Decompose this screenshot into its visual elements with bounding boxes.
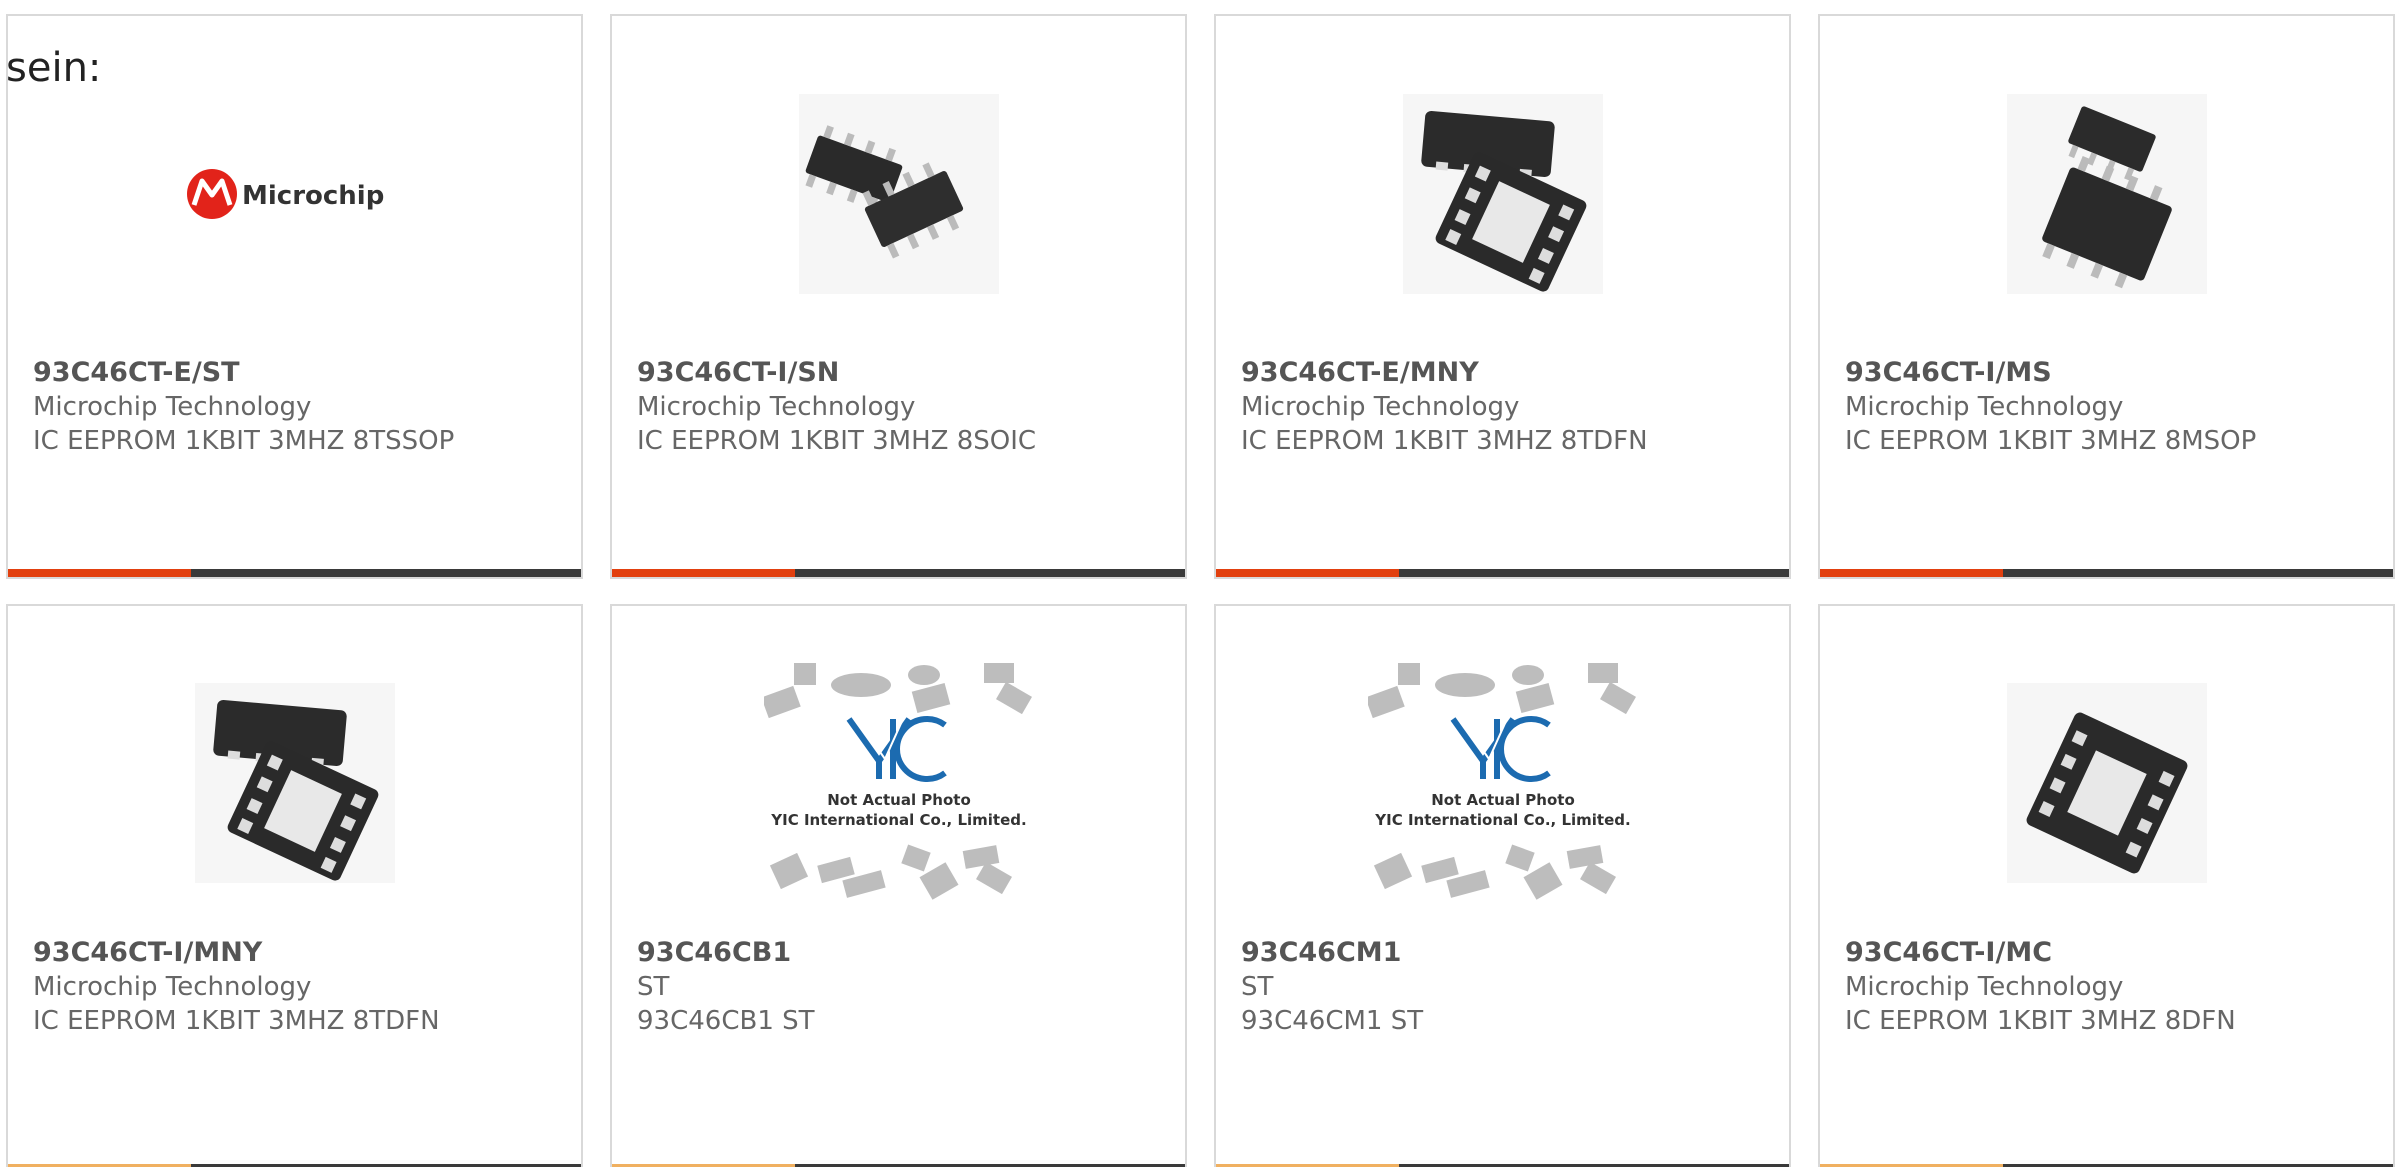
description: IC EEPROM 1KBIT 3MHZ 8DFN	[1845, 1006, 2236, 1036]
product-card[interactable]: 93C46CT-I/MS Microchip Technology IC EEP…	[1818, 14, 2395, 579]
product-info: 93C46CT-E/ST Microchip Technology IC EEP…	[33, 356, 561, 458]
product-info: 93C46CT-I/MNY Microchip Technology IC EE…	[33, 936, 561, 1038]
product-info: 93C46CM1 ST 93C46CM1 ST	[1241, 936, 1769, 1038]
product-image[interactable]	[1216, 84, 1789, 304]
dfn-chip-icon	[2006, 683, 2207, 883]
card-accent-bar	[612, 569, 1185, 577]
tdfn-chip-icon	[194, 683, 395, 883]
product-info: 93C46CT-I/MS Microchip Technology IC EEP…	[1845, 356, 2373, 458]
product-image[interactable]	[8, 668, 581, 898]
placeholder-line2: YIC International Co., Limited.	[770, 811, 1026, 829]
manufacturer: ST	[637, 972, 670, 1002]
product-card[interactable]: 93C46CT-I/SN Microchip Technology IC EEP…	[610, 14, 1187, 579]
product-image[interactable]	[1820, 84, 2393, 304]
manufacturer: Microchip Technology	[1845, 972, 2124, 1002]
placeholder-line2: YIC International Co., Limited.	[1374, 811, 1630, 829]
yic-logo-icon	[1450, 716, 1551, 782]
card-accent-bar	[1820, 569, 2393, 577]
description: IC EEPROM 1KBIT 3MHZ 8TSSOP	[33, 426, 455, 456]
part-number-link[interactable]: 93C46CB1	[637, 936, 1165, 970]
manufacturer: Microchip Technology	[1845, 392, 2124, 422]
product-image[interactable]	[612, 84, 1185, 304]
product-image[interactable]	[1820, 668, 2393, 898]
manufacturer: ST	[1241, 972, 1274, 1002]
placeholder-line1: Not Actual Photo	[1431, 791, 1575, 809]
card-accent-bar	[1216, 569, 1789, 577]
product-info: 93C46CT-E/MNY Microchip Technology IC EE…	[1241, 356, 1769, 458]
tdfn-chip-icon	[1402, 94, 1603, 294]
product-info: 93C46CT-I/SN Microchip Technology IC EEP…	[637, 356, 1165, 458]
yic-logo-icon	[846, 716, 947, 782]
product-card[interactable]: 93C46CT-I/MC Microchip Technology IC EEP…	[1818, 604, 2395, 1167]
msop-chip-icon	[2006, 94, 2207, 294]
part-number-link[interactable]: 93C46CM1	[1241, 936, 1769, 970]
product-grid-page: sein: Microchip 93C46CT-E/ST Microchip T…	[0, 0, 2400, 1167]
description: 93C46CB1 ST	[637, 1006, 815, 1036]
manufacturer: Microchip Technology	[33, 392, 312, 422]
card-accent-bar	[8, 569, 581, 577]
description: IC EEPROM 1KBIT 3MHZ 8TDFN	[33, 1006, 440, 1036]
part-number-link[interactable]: 93C46CT-E/MNY	[1241, 356, 1769, 390]
part-number-link[interactable]: 93C46CT-I/MS	[1845, 356, 2373, 390]
product-image[interactable]: Not Actual Photo YIC International Co., …	[1216, 663, 1789, 900]
product-image[interactable]: Microchip	[8, 84, 581, 304]
part-number-link[interactable]: 93C46CT-I/MC	[1845, 936, 2373, 970]
manufacturer: Microchip Technology	[637, 392, 916, 422]
product-card[interactable]: Not Actual Photo YIC International Co., …	[610, 604, 1187, 1167]
description: IC EEPROM 1KBIT 3MHZ 8TDFN	[1241, 426, 1648, 456]
part-number-link[interactable]: 93C46CT-I/SN	[637, 356, 1165, 390]
soic-chip-icon	[798, 94, 999, 294]
description: 93C46CM1 ST	[1241, 1006, 1424, 1036]
product-card[interactable]: Microchip 93C46CT-E/ST Microchip Technol…	[6, 14, 583, 579]
product-image[interactable]: Not Actual Photo YIC International Co., …	[612, 663, 1185, 900]
part-number-link[interactable]: 93C46CT-I/MNY	[33, 936, 561, 970]
product-info: 93C46CB1 ST 93C46CB1 ST	[637, 936, 1165, 1038]
intro-text: sein:	[6, 45, 102, 91]
description: IC EEPROM 1KBIT 3MHZ 8MSOP	[1845, 426, 2257, 456]
manufacturer: Microchip Technology	[33, 972, 312, 1002]
not-actual-photo-icon: Not Actual Photo YIC International Co., …	[763, 663, 1032, 900]
product-card[interactable]: 93C46CT-E/MNY Microchip Technology IC EE…	[1214, 14, 1791, 579]
manufacturer: Microchip Technology	[1241, 392, 1520, 422]
part-number-link[interactable]: 93C46CT-E/ST	[33, 356, 561, 390]
product-card[interactable]: 93C46CT-I/MNY Microchip Technology IC EE…	[6, 604, 583, 1167]
product-info: 93C46CT-I/MC Microchip Technology IC EEP…	[1845, 936, 2373, 1038]
placeholder-line1: Not Actual Photo	[827, 791, 971, 809]
description: IC EEPROM 1KBIT 3MHZ 8SOIC	[637, 426, 1037, 456]
microchip-logo-icon: Microchip	[186, 169, 384, 219]
not-actual-photo-icon: Not Actual Photo YIC International Co., …	[1367, 663, 1636, 900]
product-card[interactable]: Not Actual Photo YIC International Co., …	[1214, 604, 1791, 1167]
microchip-logo-text: Microchip	[242, 181, 384, 211]
